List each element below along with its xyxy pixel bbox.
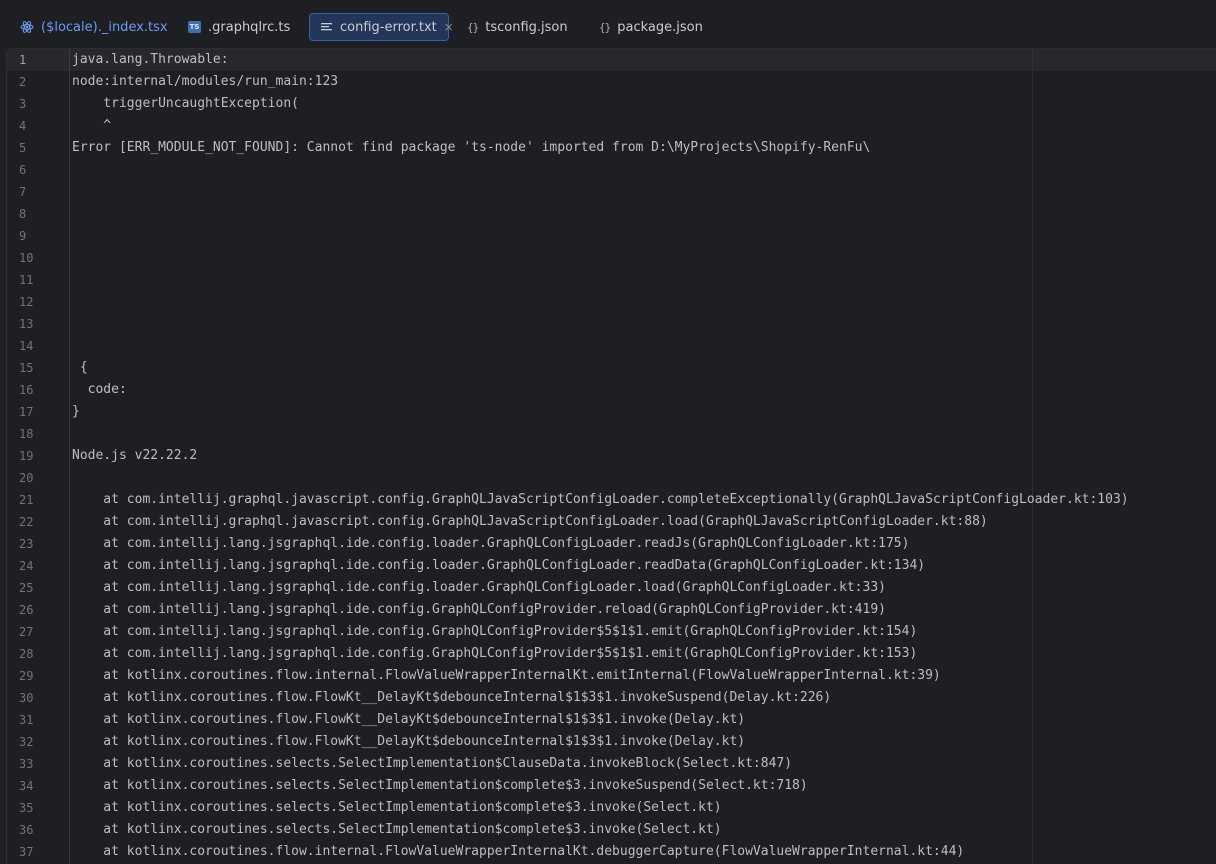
- code-line[interactable]: at com.intellij.lang.jsgraphql.ide.confi…: [72, 599, 886, 621]
- code-line[interactable]: at com.intellij.lang.jsgraphql.ide.confi…: [72, 643, 917, 665]
- line-number[interactable]: 32: [19, 731, 33, 753]
- line-number[interactable]: 28: [19, 643, 33, 665]
- line-number[interactable]: 5: [19, 137, 26, 159]
- line-number[interactable]: 9: [19, 225, 26, 247]
- line-number[interactable]: 22: [19, 511, 33, 533]
- code-line[interactable]: at kotlinx.coroutines.selects.SelectImpl…: [72, 797, 721, 819]
- code-line[interactable]: Node.js v22.22.2: [72, 445, 197, 467]
- line-number[interactable]: 31: [19, 709, 33, 731]
- line-number[interactable]: 34: [19, 775, 33, 797]
- line-number[interactable]: 14: [19, 335, 33, 357]
- code-line[interactable]: at com.intellij.lang.jsgraphql.ide.confi…: [72, 533, 909, 555]
- code-line[interactable]: at kotlinx.coroutines.selects.SelectImpl…: [72, 753, 792, 775]
- line-number[interactable]: 26: [19, 599, 33, 621]
- tab-graphqlrc-ts[interactable]: TS .graphqlrc.ts: [178, 13, 300, 41]
- code-line[interactable]: at com.intellij.graphql.javascript.confi…: [72, 511, 987, 533]
- line-number[interactable]: 25: [19, 577, 33, 599]
- line-number[interactable]: 16: [19, 379, 33, 401]
- line-number[interactable]: 15: [19, 357, 33, 379]
- line-number-gutter: 1 2 3 4 5 6 7 8 9 10 11 12 13 14 15 16 17 18 19 20 21 22 23 24 2…: [7, 49, 67, 864]
- code-line[interactable]: java.lang.Throwable:: [72, 49, 229, 71]
- line-number[interactable]: 12: [19, 291, 33, 313]
- tab-label: config-error.txt: [340, 19, 437, 35]
- tab-label: .graphqlrc.ts: [208, 19, 291, 35]
- tab-label: tsconfig.json: [485, 19, 568, 35]
- code-line[interactable]: Error [ERR_MODULE_NOT_FOUND]: Cannot fin…: [72, 137, 870, 159]
- code-line[interactable]: at kotlinx.coroutines.flow.FlowKt__Delay…: [72, 731, 745, 753]
- code-line[interactable]: at kotlinx.coroutines.flow.FlowKt__Delay…: [72, 687, 831, 709]
- gutter-divider: [69, 49, 70, 864]
- ide-window: ($locale)._index.tsx TS .graphqlrc.ts co…: [0, 0, 1216, 864]
- tab-label: ($locale)._index.tsx: [41, 19, 168, 35]
- react-icon: [20, 20, 34, 34]
- code-line[interactable]: at com.intellij.lang.jsgraphql.ide.confi…: [72, 555, 925, 577]
- line-number[interactable]: 19: [19, 445, 33, 467]
- editor-pane[interactable]: 1 2 3 4 5 6 7 8 9 10 11 12 13 14 15 16 17 18 19 20 21 22 23 24 2…: [6, 48, 1216, 864]
- typescript-icon: TS: [188, 21, 201, 33]
- line-number[interactable]: 37: [19, 841, 33, 863]
- line-number[interactable]: 4: [19, 115, 26, 137]
- line-number[interactable]: 6: [19, 159, 26, 181]
- code-line[interactable]: at com.intellij.lang.jsgraphql.ide.confi…: [72, 577, 886, 599]
- tab-label: package.json: [617, 19, 703, 35]
- code-line[interactable]: node:internal/modules/run_main:123: [72, 71, 338, 93]
- line-number[interactable]: 2: [19, 71, 26, 93]
- editor-tab-bar: ($locale)._index.tsx TS .graphqlrc.ts co…: [0, 0, 1216, 48]
- json-icon: {}: [467, 20, 479, 34]
- tab-locale-index-tsx[interactable]: ($locale)._index.tsx: [10, 13, 178, 41]
- code-line[interactable]: at kotlinx.coroutines.flow.FlowKt__Delay…: [72, 709, 745, 731]
- code-line[interactable]: at kotlinx.coroutines.selects.SelectImpl…: [72, 819, 721, 841]
- line-number[interactable]: 21: [19, 489, 33, 511]
- code-line[interactable]: triggerUncaughtException(: [72, 93, 299, 115]
- line-number[interactable]: 10: [19, 247, 33, 269]
- code-line[interactable]: {: [72, 357, 88, 379]
- right-margin-guide: [1032, 49, 1033, 864]
- code-line[interactable]: at kotlinx.coroutines.flow.internal.Flow…: [72, 841, 964, 863]
- tab-config-error-txt[interactable]: config-error.txt ×: [309, 13, 454, 41]
- line-number[interactable]: 30: [19, 687, 33, 709]
- line-number[interactable]: 33: [19, 753, 33, 775]
- text-file-icon: [320, 21, 333, 33]
- code-line[interactable]: at com.intellij.lang.jsgraphql.ide.confi…: [72, 621, 917, 643]
- line-number[interactable]: 36: [19, 819, 33, 841]
- json-icon: {}: [599, 20, 611, 34]
- code-line[interactable]: at kotlinx.coroutines.flow.internal.Flow…: [72, 665, 940, 687]
- line-number[interactable]: 23: [19, 533, 33, 555]
- line-number[interactable]: 13: [19, 313, 33, 335]
- tab-package-json[interactable]: {} package.json: [589, 13, 713, 41]
- line-number[interactable]: 20: [19, 467, 33, 489]
- code-line[interactable]: ^: [72, 115, 111, 137]
- close-icon[interactable]: ×: [444, 20, 454, 34]
- line-number[interactable]: 24: [19, 555, 33, 577]
- line-number[interactable]: 11: [19, 269, 33, 291]
- line-number[interactable]: 29: [19, 665, 33, 687]
- code-line[interactable]: at com.intellij.graphql.javascript.confi…: [72, 489, 1128, 511]
- line-number[interactable]: 17: [19, 401, 33, 423]
- line-number[interactable]: 3: [19, 93, 26, 115]
- line-number[interactable]: 8: [19, 203, 26, 225]
- line-number[interactable]: 7: [19, 181, 26, 203]
- line-number[interactable]: 27: [19, 621, 33, 643]
- line-number[interactable]: 18: [19, 423, 33, 445]
- code-line[interactable]: }: [72, 401, 80, 423]
- tab-tsconfig-json[interactable]: {} tsconfig.json: [457, 13, 578, 41]
- line-number[interactable]: 1: [19, 49, 26, 71]
- code-line[interactable]: code:: [72, 379, 127, 401]
- line-number[interactable]: 35: [19, 797, 33, 819]
- code-line[interactable]: at kotlinx.coroutines.selects.SelectImpl…: [72, 775, 807, 797]
